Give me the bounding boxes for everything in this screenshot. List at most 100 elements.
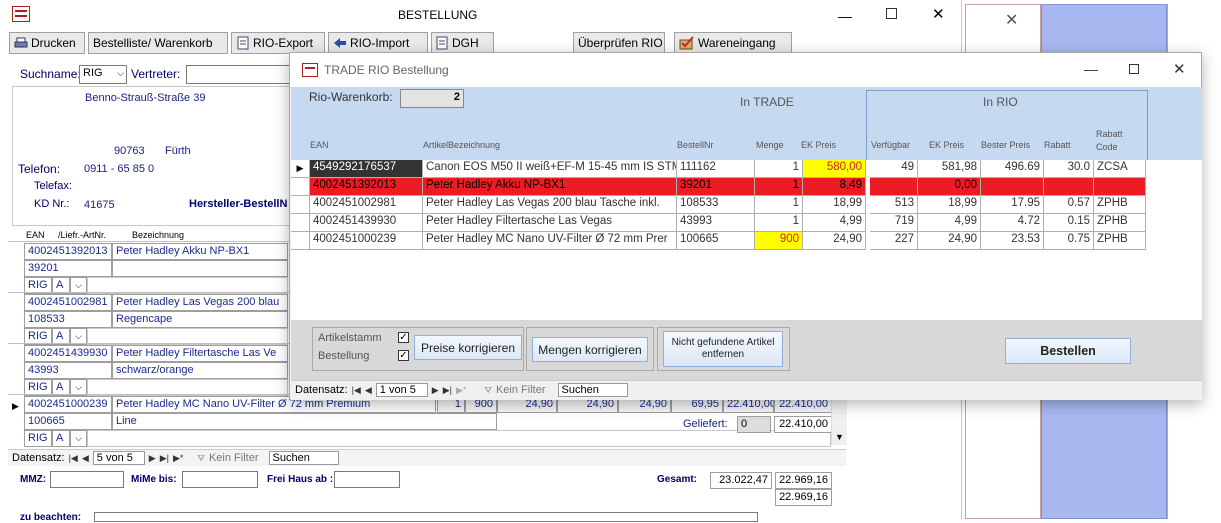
rio-cell-bestellnr[interactable]: 39201 (677, 178, 755, 196)
rio-cell-code[interactable] (1094, 178, 1146, 196)
item-art-nr[interactable]: 39201 (24, 260, 112, 277)
rio-cell-artikel[interactable]: Peter Hadley Las Vegas 200 blau Tasche i… (423, 196, 677, 214)
rio-cell-verfuegbar[interactable]: 719 (870, 214, 918, 232)
rio-import-button[interactable]: RIO-Import (328, 32, 428, 54)
filter-icon[interactable]: ⛛ (197, 453, 205, 464)
item-name[interactable]: Peter Hadley Akku NP-BX1 (112, 243, 288, 260)
next-record-icon[interactable]: ▶ (149, 453, 156, 464)
rio-cell-ean[interactable]: 4002451439930 (310, 214, 423, 232)
item-flag-dropdown-icon[interactable]: ⌵ (70, 430, 87, 447)
main-nav-search[interactable]: Suchen (268, 451, 339, 465)
item-name[interactable]: Peter Hadley Filtertasche Las Ve (112, 345, 288, 362)
rio-next-record-icon[interactable]: ▶ (432, 385, 439, 396)
rio-nav-search[interactable]: Suchen (557, 383, 628, 397)
prev-record-icon[interactable]: ◀ (82, 453, 89, 464)
rio-close-icon[interactable]: ✕ (1173, 60, 1186, 78)
rio-cell-ekpreis[interactable]: 4,99 (803, 214, 866, 232)
artikelstamm-checkbox[interactable]: ✓ (398, 332, 409, 343)
rio-cell-rabatt[interactable]: 0.57 (1044, 196, 1094, 214)
rio-cell-menge[interactable]: 1 (755, 160, 803, 178)
nicht-gefundene-button[interactable]: Nicht gefundene Artikel entfernen (663, 331, 783, 367)
background-window-close-icon[interactable]: ✕ (1005, 10, 1018, 30)
item-code[interactable]: RIG (24, 430, 52, 447)
rio-cell-rabatt[interactable]: 0.75 (1044, 232, 1094, 250)
rio-cell-verfuegbar[interactable]: 513 (870, 196, 918, 214)
rio-export-button[interactable]: RIO-Export (231, 32, 325, 54)
item-ean[interactable]: 4002451000239 (24, 396, 112, 413)
rio-nav-filter[interactable]: Kein Filter (496, 384, 546, 396)
rio-cell-ean[interactable]: 4002451000239 (310, 232, 423, 250)
bestelliste-button[interactable]: Bestelliste/ Warenkorb (88, 32, 228, 54)
rio-cell-code[interactable]: ZPHB (1094, 214, 1146, 232)
rio-cell-rabatt[interactable]: 30.0 (1044, 160, 1094, 178)
scroll-down-icon[interactable]: ▼ (835, 432, 844, 442)
bestellung-checkbox[interactable]: ✓ (398, 350, 409, 361)
rio-cell-artikel[interactable]: Peter Hadley MC Nano UV-Filter Ø 72 mm P… (423, 232, 677, 250)
rio-cell-bestellnr[interactable]: 111162 (677, 160, 755, 178)
rio-maximize-icon[interactable] (1129, 64, 1139, 74)
bestellen-button[interactable]: Bestellen (1005, 338, 1131, 364)
rio-cell-menge[interactable]: 1 (755, 214, 803, 232)
rio-cell-bestellnr[interactable]: 108533 (677, 196, 755, 214)
rio-cell-artikel[interactable]: Peter Hadley Filtertasche Las Vegas (423, 214, 677, 232)
rio-nav-value[interactable]: 1 von 5 (375, 383, 428, 397)
rio-cell-ean[interactable]: 4002451002981 (310, 196, 423, 214)
rio-cell-menge[interactable]: 900 (755, 232, 803, 250)
rio-cell-code[interactable]: ZPHB (1094, 196, 1146, 214)
zu-beachten-input[interactable] (94, 512, 758, 522)
rio-cell-bester[interactable]: 17.95 (981, 196, 1044, 214)
main-nav-value[interactable]: 5 von 5 (92, 451, 145, 465)
item-sub[interactable]: Line (112, 413, 497, 430)
rio-cell-rio_ek[interactable]: 0,00 (918, 178, 981, 196)
rio-last-record-icon[interactable]: ▶| (443, 385, 452, 396)
rio-cell-verfuegbar[interactable]: 49 (870, 160, 918, 178)
item-ean[interactable]: 4002451002981 (24, 294, 112, 311)
rio-prev-record-icon[interactable]: ◀ (365, 385, 372, 396)
rio-row-selector[interactable]: ▶ (291, 160, 310, 178)
rio-cell-bester[interactable]: 4.72 (981, 214, 1044, 232)
rio-row-selector[interactable] (291, 196, 310, 214)
rio-minimize-icon[interactable]: — (1084, 61, 1098, 77)
rio-cell-bestellnr[interactable]: 43993 (677, 214, 755, 232)
minimize-icon[interactable]: — (838, 8, 852, 24)
rio-row-selector[interactable] (291, 178, 310, 196)
rio-cell-ean[interactable]: 4002451392013 (310, 178, 423, 196)
item-sub[interactable] (112, 260, 288, 277)
rio-cell-verfuegbar[interactable]: 227 (870, 232, 918, 250)
rio-filter-icon[interactable]: ⛛ (484, 385, 492, 396)
rio-first-record-icon[interactable]: |◀ (352, 385, 361, 396)
item-art-nr[interactable]: 108533 (24, 311, 112, 328)
rio-new-record-icon[interactable]: ▶* (456, 385, 466, 396)
rio-cell-bester[interactable] (981, 178, 1044, 196)
rio-cell-menge[interactable]: 1 (755, 178, 803, 196)
rio-cell-rio_ek[interactable]: 4,99 (918, 214, 981, 232)
rio-cell-rabatt[interactable] (1044, 178, 1094, 196)
rio-cell-rio_ek[interactable]: 581,98 (918, 160, 981, 178)
item-flag[interactable]: A (52, 430, 70, 447)
dgh-button[interactable]: DGH (431, 32, 494, 54)
rio-cell-rabatt[interactable]: 0.15 (1044, 214, 1094, 232)
rio-cell-rio_ek[interactable]: 24,90 (918, 232, 981, 250)
item-sub[interactable]: schwarz/orange (112, 362, 288, 379)
last-record-icon[interactable]: ▶| (160, 453, 169, 464)
rio-cell-bester[interactable]: 23.53 (981, 232, 1044, 250)
item-name[interactable]: Peter Hadley Las Vegas 200 blau (112, 294, 288, 311)
rio-row-selector[interactable] (291, 232, 310, 250)
rio-cell-ean[interactable]: 4549292176537 (310, 160, 423, 178)
rio-cell-bestellnr[interactable]: 100665 (677, 232, 755, 250)
vertreter-input[interactable] (186, 65, 292, 84)
item-art-nr[interactable]: 43993 (24, 362, 112, 379)
ueberpruefen-rio-button[interactable]: Überprüfen RIO (573, 32, 665, 54)
rio-cell-ekpreis[interactable]: 18,99 (803, 196, 866, 214)
item-ean[interactable]: 4002451439930 (24, 345, 112, 362)
rio-cell-ekpreis[interactable]: 24,90 (803, 232, 866, 250)
geliefert-value[interactable]: 0 (737, 416, 771, 433)
main-nav-filter[interactable]: Kein Filter (209, 452, 259, 464)
rio-row-selector[interactable] (291, 214, 310, 232)
new-record-icon[interactable]: ▶* (173, 453, 183, 464)
mmz-input[interactable] (50, 471, 124, 488)
rio-cell-code[interactable]: ZCSA (1094, 160, 1146, 178)
maximize-icon[interactable] (886, 8, 897, 19)
item-sub[interactable]: Regencape (112, 311, 288, 328)
rio-cell-rio_ek[interactable]: 18,99 (918, 196, 981, 214)
